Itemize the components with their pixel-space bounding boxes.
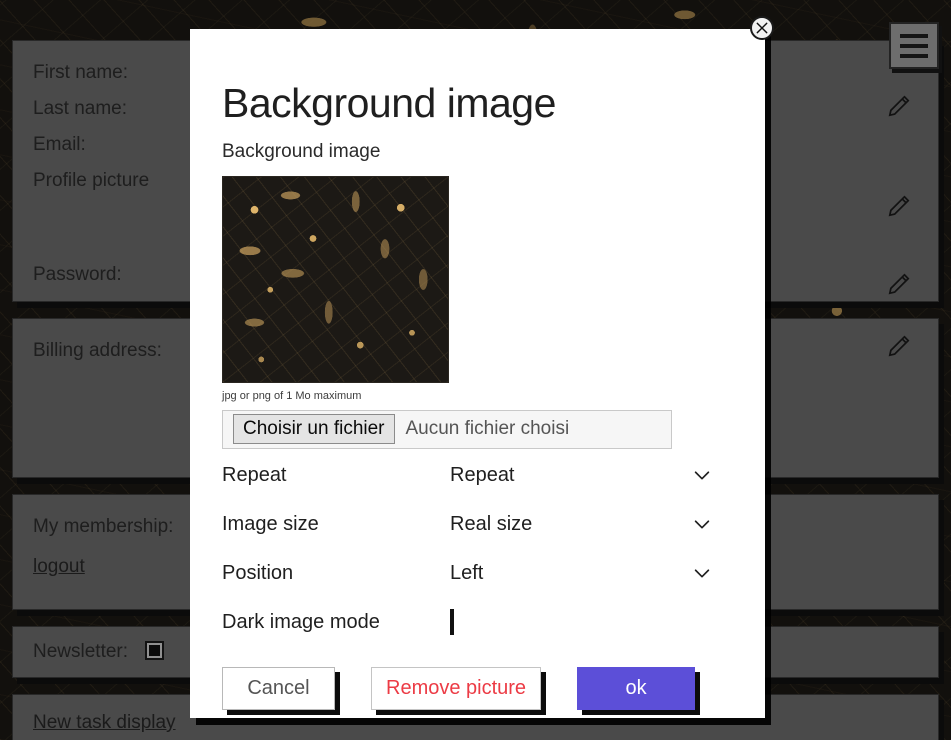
- background-image-preview: [222, 175, 449, 383]
- edit-pencil-icon[interactable]: [886, 333, 912, 359]
- dark-image-mode-checkbox[interactable]: [450, 608, 454, 635]
- option-row-repeat: Repeat Repeat: [222, 453, 731, 498]
- ok-button[interactable]: ok: [577, 666, 696, 710]
- file-input-row[interactable]: Choisir un fichier Aucun fichier choisi: [222, 409, 672, 449]
- dark-image-mode-control: [450, 608, 731, 635]
- select-position-value[interactable]: Left: [450, 562, 691, 585]
- option-row-image-size: Image size Real size: [222, 502, 731, 547]
- modal-button-row: Cancel Remove picture ok: [222, 666, 731, 710]
- link-my-diary-titles[interactable]: My diary titles: [33, 736, 918, 740]
- select-repeat-value[interactable]: Repeat: [450, 464, 691, 487]
- remove-picture-button[interactable]: Remove picture: [371, 666, 542, 710]
- chevron-down-icon[interactable]: [691, 464, 713, 486]
- background-image-modal: Background image Background image jpg or…: [190, 29, 765, 718]
- label-image-size: Image size: [222, 512, 319, 535]
- hamburger-menu-icon[interactable]: [889, 22, 939, 69]
- close-icon[interactable]: [750, 16, 774, 40]
- label-position: Position: [222, 561, 294, 584]
- edit-pencil-icon[interactable]: [886, 93, 912, 119]
- newsletter-checkbox[interactable]: [145, 641, 165, 660]
- edit-pencil-icon[interactable]: [886, 271, 912, 297]
- cancel-button[interactable]: Cancel: [222, 666, 335, 710]
- label-repeat: Repeat: [222, 463, 287, 486]
- option-row-dark-image-mode: Dark image mode: [222, 600, 731, 645]
- chevron-down-icon[interactable]: [691, 562, 713, 584]
- label-dark-image-mode: Dark image mode: [222, 610, 380, 633]
- select-image-size-value[interactable]: Real size: [450, 513, 691, 536]
- selected-file-name: Aucun fichier choisi: [405, 418, 570, 440]
- file-hint-text: jpg or png of 1 Mo maximum: [222, 389, 362, 402]
- edit-pencil-icon[interactable]: [886, 193, 912, 219]
- app-root: First name: Last name: Email: Profile pi…: [0, 0, 951, 740]
- option-row-position: Position Left: [222, 551, 731, 596]
- choose-file-button[interactable]: Choisir un fichier: [233, 414, 395, 445]
- chevron-down-icon[interactable]: [691, 513, 713, 535]
- newsletter-label: Newsletter:: [33, 641, 129, 662]
- background-image-label: Background image: [222, 140, 381, 162]
- page-title: Background image: [222, 80, 556, 126]
